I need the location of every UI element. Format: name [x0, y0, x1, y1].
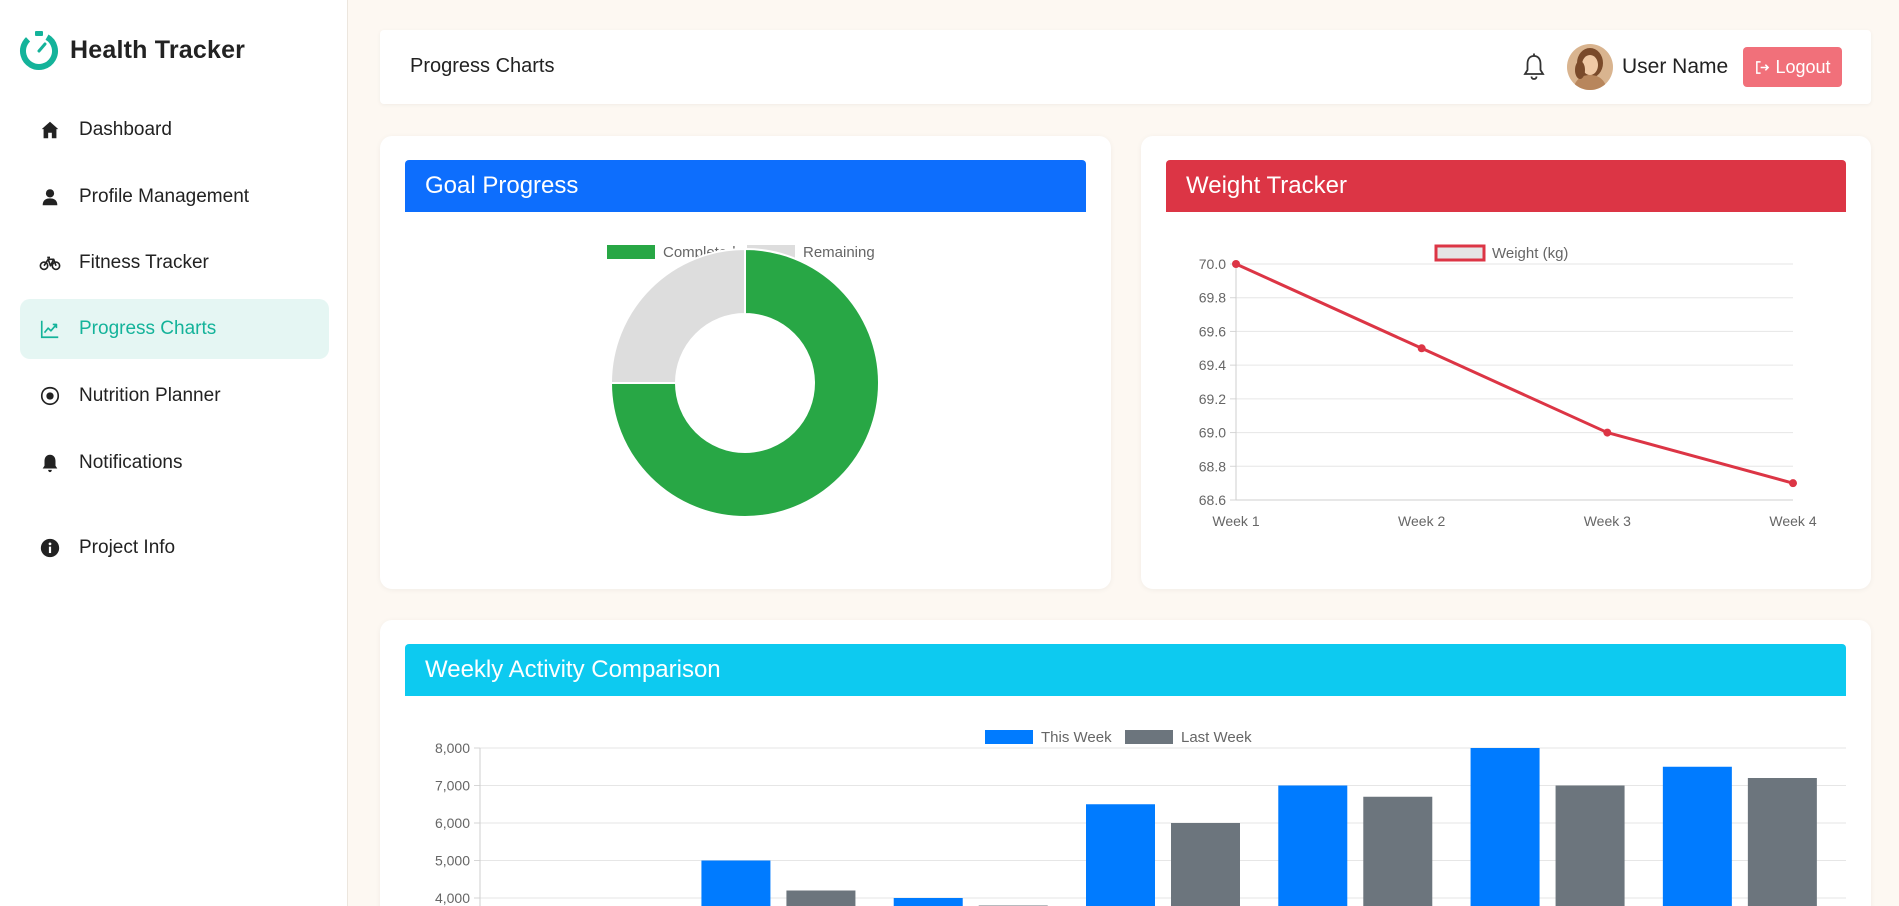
legend-label: Weight (kg): [1492, 245, 1568, 262]
bar-last-week: [1555, 785, 1625, 906]
logo-icon: [20, 31, 58, 70]
weight-chart: Weight (kg) 70.0 69.8 69.6 69.4 69.2 69.0 68.8 6…: [1199, 244, 1817, 529]
bar-last-week: [1747, 778, 1817, 906]
bell-icon: [38, 451, 62, 475]
user-icon: [38, 185, 62, 209]
legend-swatch: [1125, 730, 1173, 744]
top-header: Progress Charts User Name Logout: [380, 30, 1871, 104]
sidebar-item-nutrition-planner[interactable]: Nutrition Planner: [20, 366, 329, 426]
doughnut-slice-remaining: [609, 247, 746, 384]
y-tick-label: 6,000: [435, 815, 470, 831]
y-tick-label: 8,000: [435, 740, 470, 756]
legend-label: Last Week: [1181, 729, 1252, 746]
home-icon: [38, 118, 62, 142]
sidebar-item-label: Notifications: [79, 452, 183, 473]
bar-this-week: [1086, 804, 1155, 906]
logout-label: Logout: [1775, 56, 1831, 77]
bicycle-icon: [38, 251, 62, 275]
bar-this-week: [701, 860, 771, 906]
bar-this-week: [893, 898, 963, 906]
bar-this-week: [1662, 766, 1732, 906]
weight-tracker-header: Weight Tracker: [1166, 160, 1846, 212]
user-name[interactable]: User Name: [1622, 55, 1728, 79]
y-tick-label: 70.0: [1199, 256, 1226, 272]
logout-icon: [1756, 60, 1770, 74]
activity-chart: This Week Last Week 8,000 7,000 6,000 5,000 4,…: [435, 729, 1846, 906]
legend-label: Remaining: [803, 244, 875, 261]
nutrition-icon: [38, 384, 62, 408]
weight-data-point: [1603, 428, 1612, 437]
sidebar: Health Tracker Dashboard Profile Managem…: [0, 0, 348, 906]
app-title: Health Tracker: [70, 35, 246, 64]
goal-progress-chart: Completed Remaining: [607, 244, 880, 518]
weekly-activity-card: Weekly Activity Comparison This Week Last…: [380, 620, 1871, 906]
sidebar-item-project-info[interactable]: Project Info: [20, 518, 329, 578]
weight-data-point: [1232, 260, 1240, 268]
bar-this-week: [1470, 748, 1540, 906]
sidebar-item-label: Progress Charts: [79, 318, 217, 339]
bar-this-week: [1278, 785, 1348, 906]
y-tick-label: 69.6: [1199, 323, 1226, 339]
y-tick-label: 68.6: [1199, 492, 1226, 508]
chart-line-icon: [38, 317, 62, 341]
x-tick-label: Week 1: [1212, 513, 1259, 529]
goal-progress-header: Goal Progress: [405, 160, 1086, 212]
sidebar-item-label: Project Info: [79, 537, 176, 558]
avatar[interactable]: [1567, 44, 1613, 90]
info-icon: [38, 536, 62, 560]
sidebar-item-profile-management[interactable]: Profile Management: [20, 167, 329, 227]
weight-tracker-card: Weight Tracker Weight (kg) 70.0 69.8 69.6 69…: [1141, 136, 1871, 589]
x-tick-label: Week 3: [1584, 513, 1631, 529]
x-tick-label: Week 2: [1398, 513, 1445, 529]
bar-last-week: [1363, 796, 1433, 906]
brand[interactable]: Health Tracker: [18, 28, 245, 72]
sidebar-item-label: Profile Management: [79, 186, 250, 207]
weight-series-line: [1235, 262, 1794, 485]
legend-swatch: [985, 730, 1033, 744]
legend-swatch: [607, 245, 655, 259]
y-tick-label: 69.2: [1199, 391, 1226, 407]
bar-last-week: [1171, 823, 1240, 906]
y-tick-label: 69.8: [1199, 290, 1226, 306]
y-tick-label: 4,000: [435, 890, 470, 906]
sidebar-item-fitness-tracker[interactable]: Fitness Tracker: [20, 233, 329, 293]
sidebar-item-dashboard[interactable]: Dashboard: [20, 100, 329, 160]
y-tick-label: 7,000: [435, 778, 470, 794]
bar-last-week: [786, 890, 856, 906]
weight-data-point: [1417, 344, 1426, 353]
y-tick-label: 69.4: [1199, 357, 1226, 373]
weekly-activity-header: Weekly Activity Comparison: [405, 644, 1846, 696]
weight-data-point: [1789, 479, 1797, 488]
logout-button[interactable]: Logout: [1743, 47, 1842, 87]
weekly-activity-title: Weekly Activity Comparison: [425, 656, 721, 683]
legend-label: This Week: [1041, 729, 1112, 746]
y-tick-label: 69.0: [1199, 425, 1226, 441]
y-tick-label: 5,000: [435, 853, 470, 869]
sidebar-item-progress-charts[interactable]: Progress Charts: [20, 299, 329, 359]
legend-swatch: [1434, 244, 1486, 262]
x-tick-label: Week 4: [1769, 513, 1816, 529]
sidebar-item-label: Dashboard: [79, 119, 172, 140]
goal-progress-title: Goal Progress: [425, 172, 579, 199]
y-tick-label: 68.8: [1199, 458, 1226, 474]
sidebar-item-label: Nutrition Planner: [79, 385, 221, 406]
notification-bell-icon[interactable]: [1520, 52, 1548, 82]
page-title: Progress Charts: [410, 55, 555, 77]
goal-progress-card: Goal Progress Completed Remaining: [380, 136, 1111, 589]
weight-tracker-title: Weight Tracker: [1186, 172, 1347, 199]
sidebar-item-label: Fitness Tracker: [79, 252, 209, 273]
sidebar-item-notifications[interactable]: Notifications: [20, 433, 329, 493]
